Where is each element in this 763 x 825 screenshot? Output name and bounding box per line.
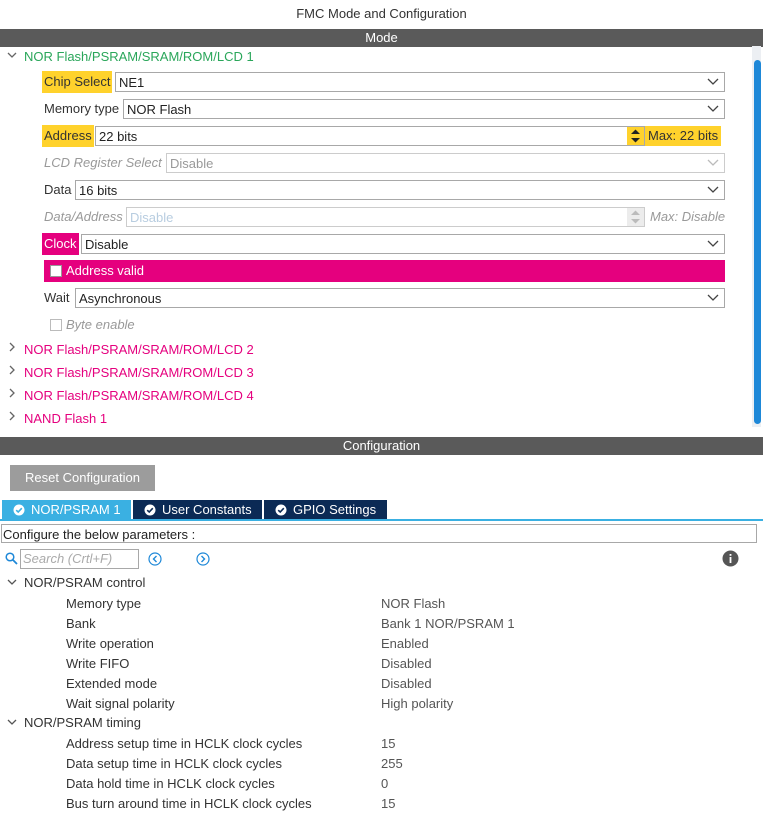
memory-type-value: NOR Flash [127,102,192,117]
address-valid-label: Address valid [66,263,145,278]
lcd-register-select-value: Disable [170,156,214,171]
chevron-down-icon [707,78,719,85]
tab-gpio-settings[interactable]: GPIO Settings [264,500,387,520]
check-circle-icon [275,504,287,516]
configuration-header: Configuration [0,437,763,455]
expand-arrow-icon[interactable] [7,388,17,401]
param-name: Wait signal polarity [66,696,175,711]
data-label: Data [44,182,72,197]
param-name: Data setup time in HCLK clock cycles [66,756,283,771]
window-title: FMC Mode and Configuration [296,6,467,21]
param-value[interactable]: 15 [381,736,395,751]
param-value[interactable]: Disabled [381,656,432,671]
wait-dropdown[interactable]: Asynchronous [75,288,725,308]
address-valid-checkbox[interactable] [50,265,62,277]
data-value: 16 bits [79,183,118,198]
tab-label: GPIO Settings [293,502,377,517]
param-value[interactable]: 15 [381,796,395,811]
chip-select-dropdown[interactable]: NE1 [115,72,725,92]
byte-enable-label: Byte enable [66,317,135,332]
address-max-label: Max: 22 bits [645,126,722,146]
search-input[interactable]: Search (Crtl+F) [20,549,139,569]
group-nor-lcd-3[interactable]: NOR Flash/PSRAM/SRAM/ROM/LCD 3 [24,365,254,380]
param-name: Write operation [66,636,154,651]
param-name: Address setup time in HCLK clock cycles [66,736,303,751]
group-nor-lcd-1[interactable]: NOR Flash/PSRAM/SRAM/ROM/LCD 1 [24,49,254,64]
param-name: Extended mode [66,676,158,691]
param-value[interactable]: Disabled [381,676,432,691]
chevron-down-icon [707,186,719,193]
category-nor-psram-timing[interactable]: NOR/PSRAM timing [24,715,141,730]
param-name: Memory type [66,596,142,611]
param-name: Data hold time in HCLK clock cycles [66,776,275,791]
chip-select-label: Chip Select [42,71,113,93]
group-nor-lcd-2[interactable]: NOR Flash/PSRAM/SRAM/ROM/LCD 2 [24,342,254,357]
tab-label: NOR/PSRAM 1 [31,502,121,517]
mode-header: Mode [0,29,763,47]
expand-arrow-icon[interactable] [7,411,17,424]
chevron-down-icon [707,159,719,166]
clock-label: Clock [42,233,79,255]
wait-value: Asynchronous [79,291,162,306]
param-name: Write FIFO [66,656,130,671]
mode-scrollbar-thumb[interactable] [754,60,761,424]
group-nor-lcd-4[interactable]: NOR Flash/PSRAM/SRAM/ROM/LCD 4 [24,388,254,403]
tab-nor-psram-1[interactable]: NOR/PSRAM 1 [2,500,131,520]
clock-dropdown[interactable]: Disable [81,234,725,254]
data-address-max-label: Max: Disable [650,209,726,224]
prev-icon[interactable] [148,552,162,569]
memory-type-dropdown[interactable]: NOR Flash [123,99,725,119]
address-value: 22 bits [99,129,138,144]
chip-select-value: NE1 [119,75,145,90]
group-nand-flash-1[interactable]: NAND Flash 1 [24,411,107,426]
lcd-register-select-dropdown: Disable [166,153,725,173]
lcd-register-select-label: LCD Register Select [44,155,162,170]
check-circle-icon [13,504,25,516]
info-icon[interactable] [722,550,739,570]
clock-value: Disable [85,237,129,252]
address-spinner[interactable]: 22 bits [95,126,645,146]
data-dropdown[interactable]: 16 bits [75,180,725,200]
chevron-down-icon [707,294,719,301]
param-value[interactable]: Bank 1 NOR/PSRAM 1 [381,616,515,631]
next-icon[interactable] [196,552,210,569]
address-label: Address [42,125,94,147]
search-icon [5,552,18,568]
tab-label: User Constants [162,502,252,517]
expand-arrow-icon[interactable] [7,50,17,63]
param-name: Bus turn around time in HCLK clock cycle… [66,796,312,811]
category-nor-psram-control[interactable]: NOR/PSRAM control [24,575,145,590]
data-address-spinner: Disable [126,207,645,227]
data-address-label: Data/Address [44,209,123,224]
reset-configuration-button[interactable]: Reset Configuration [10,465,155,491]
collapse-arrow-icon[interactable] [7,577,17,590]
tabs-underline [0,519,763,521]
byte-enable-checkbox [50,319,62,331]
param-value[interactable]: 255 [381,756,403,771]
memory-type-label: Memory type [44,101,120,116]
tab-user-constants[interactable]: User Constants [133,500,262,520]
param-value[interactable]: NOR Flash [381,596,445,611]
param-value[interactable]: 0 [381,776,388,791]
param-name: Bank [66,616,96,631]
collapse-arrow-icon[interactable] [7,717,17,730]
expand-arrow-icon[interactable] [7,365,17,378]
address-valid-row[interactable]: Address valid [44,260,725,282]
data-address-value: Disable [130,210,174,225]
spinner-icon [627,208,644,226]
param-value[interactable]: High polarity [381,696,453,711]
param-value[interactable]: Enabled [381,636,429,651]
chevron-down-icon [707,105,719,112]
expand-arrow-icon[interactable] [7,342,17,355]
description-box: Configure the below parameters : [1,524,757,543]
spinner-icon[interactable] [627,127,644,145]
check-circle-icon [144,504,156,516]
chevron-down-icon [707,240,719,247]
wait-label: Wait [44,290,70,305]
